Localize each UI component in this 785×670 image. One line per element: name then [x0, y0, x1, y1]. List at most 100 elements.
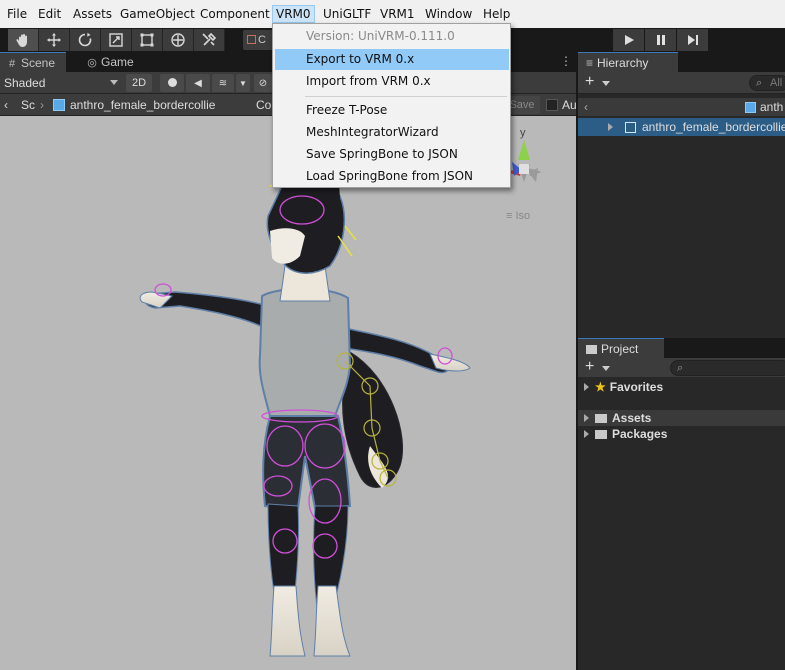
transform-tools	[8, 29, 225, 51]
packages-label: Packages	[612, 427, 668, 441]
move-icon	[47, 33, 61, 47]
menu-assets[interactable]: Assets	[70, 5, 115, 23]
auto-save-label: Au	[562, 98, 577, 112]
projection-label-text: Iso	[515, 210, 531, 222]
step-button[interactable]	[677, 29, 708, 51]
menu-help[interactable]: Help	[480, 5, 513, 23]
pause-button[interactable]	[645, 29, 676, 51]
menu-unigltf[interactable]: UniGLTF	[320, 5, 374, 23]
hidden-objects-toggle[interactable]: ⊘	[254, 74, 272, 92]
search-icon: ⌕	[756, 77, 763, 89]
project-toolbar: + ⌕	[578, 358, 785, 378]
tree-item-favorites[interactable]: ★ Favorites	[578, 379, 785, 395]
rect-tool-button[interactable]	[132, 29, 163, 51]
vrm0-dropdown-menu: Version: UniVRM-0.111.0 Export to VRM 0.…	[272, 23, 511, 188]
menu-item-freeze-tpose[interactable]: Freeze T-Pose	[275, 100, 509, 121]
play-button[interactable]	[613, 29, 644, 51]
speaker-icon: ◀	[194, 78, 202, 89]
tab-project[interactable]: Project	[578, 338, 664, 358]
menu-item-version: Version: UniVRM-0.111.0	[306, 29, 455, 43]
hierarchy-item-label: anthro_female_bordercollie	[642, 120, 785, 134]
panel-menu-icon[interactable]: ⋮	[560, 54, 572, 68]
add-icon[interactable]: +	[585, 358, 594, 376]
list-icon: ≡	[586, 56, 594, 70]
project-tabbar: Project	[578, 338, 785, 359]
menu-item-mesh-integrator[interactable]: MeshIntegratorWizard	[275, 122, 509, 143]
transform-tool-button[interactable]	[163, 29, 194, 51]
effects-dropdown[interactable]: ▼	[236, 74, 250, 92]
menu-gameobject[interactable]: GameObject	[117, 5, 198, 23]
chevron-down-icon	[602, 81, 610, 86]
back-icon[interactable]: ‹	[4, 97, 8, 113]
hierarchy-search-input[interactable]: ⌕ All	[749, 75, 785, 91]
rotate-tool-button[interactable]	[70, 29, 101, 51]
expand-caret-icon[interactable]	[584, 414, 589, 422]
back-icon[interactable]: ‹	[584, 98, 588, 116]
2d-toggle-button[interactable]: 2D	[126, 74, 152, 92]
tab-game[interactable]: ◎ Game	[80, 52, 150, 72]
hand-tool-button[interactable]	[8, 29, 39, 51]
expand-caret-icon[interactable]	[584, 430, 589, 438]
layers-icon: ≋	[218, 78, 228, 89]
gamepad-icon: ◎	[87, 57, 97, 69]
menu-item-save-springbone[interactable]: Save SpringBone to JSON	[275, 144, 509, 165]
star-icon: ★	[595, 380, 606, 394]
menu-edit[interactable]: Edit	[35, 5, 64, 23]
tab-game-label: Game	[101, 55, 134, 69]
hierarchy-root-label: anth	[760, 100, 784, 114]
scale-icon	[109, 33, 123, 47]
menu-component[interactable]: Component	[197, 5, 273, 23]
scene-viewport[interactable]: y ≡ Iso	[0, 116, 576, 670]
effects-toggle-button[interactable]: ≋	[212, 74, 234, 92]
tree-item-packages[interactable]: Packages	[578, 426, 785, 442]
hierarchy-header-row[interactable]: ‹ anth	[578, 98, 785, 116]
pause-icon	[656, 35, 665, 45]
favorites-label: Favorites	[609, 380, 664, 394]
chevron-down-icon	[602, 366, 610, 371]
folder-icon	[595, 414, 607, 423]
cube-icon	[745, 102, 756, 113]
menu-vrm0[interactable]: VRM0	[272, 5, 315, 23]
tab-scene[interactable]: # Scene	[0, 52, 66, 72]
add-icon[interactable]: +	[585, 73, 594, 91]
eye-slash-icon: ⊘	[258, 78, 268, 89]
move-tool-button[interactable]	[39, 29, 70, 51]
folder-icon	[595, 430, 607, 439]
folder-icon	[586, 345, 597, 354]
rotate-icon	[78, 32, 92, 47]
menu-window[interactable]: Window	[422, 5, 475, 23]
menu-vrm1[interactable]: VRM1	[377, 5, 418, 23]
tab-hierarchy[interactable]: ≡ Hierarchy	[578, 52, 678, 72]
menu-item-export-vrm0[interactable]: Export to VRM 0.x	[275, 49, 509, 70]
lighting-toggle-button[interactable]	[160, 74, 184, 92]
snap-settings-button[interactable]: C	[243, 30, 273, 50]
chevron-down-icon: ▼	[239, 79, 247, 88]
tools-icon	[202, 32, 217, 46]
menu-item-load-springbone[interactable]: Load SpringBone from JSON	[275, 166, 509, 187]
custom-tool-button[interactable]	[194, 29, 225, 51]
transform-icon	[171, 33, 185, 47]
expand-caret-icon[interactable]	[584, 383, 589, 391]
breadcrumb-object[interactable]: anthro_female_bordercollie	[70, 97, 215, 113]
scale-tool-button[interactable]	[101, 29, 132, 51]
menu-file[interactable]: File	[4, 5, 30, 23]
snap-icon	[247, 35, 256, 44]
breadcrumb-root[interactable]: Sc	[21, 97, 35, 113]
chevron-down-icon	[110, 80, 118, 85]
grid-icon: #	[8, 58, 16, 70]
hierarchy-search-placeholder: All	[770, 77, 783, 89]
audio-toggle-button[interactable]: ◀	[186, 74, 210, 92]
cube-icon	[53, 99, 65, 111]
menu-item-import-vrm0[interactable]: Import from VRM 0.x	[275, 71, 509, 92]
projection-label[interactable]: ≡ Iso	[506, 210, 530, 222]
auto-save-checkbox[interactable]	[546, 99, 558, 111]
project-search-input[interactable]: ⌕	[670, 360, 785, 376]
character-model	[139, 168, 471, 657]
menu-separator	[305, 96, 507, 97]
hierarchy-list: ‹ anth anthro_female_bordercollie	[578, 94, 785, 338]
shading-mode-dropdown[interactable]: Shaded	[4, 75, 45, 91]
tree-item-assets[interactable]: Assets	[578, 410, 785, 426]
expand-caret-icon[interactable]	[608, 123, 613, 131]
hierarchy-item-selected[interactable]: anthro_female_bordercollie	[578, 118, 785, 136]
assets-label: Assets	[612, 411, 652, 425]
